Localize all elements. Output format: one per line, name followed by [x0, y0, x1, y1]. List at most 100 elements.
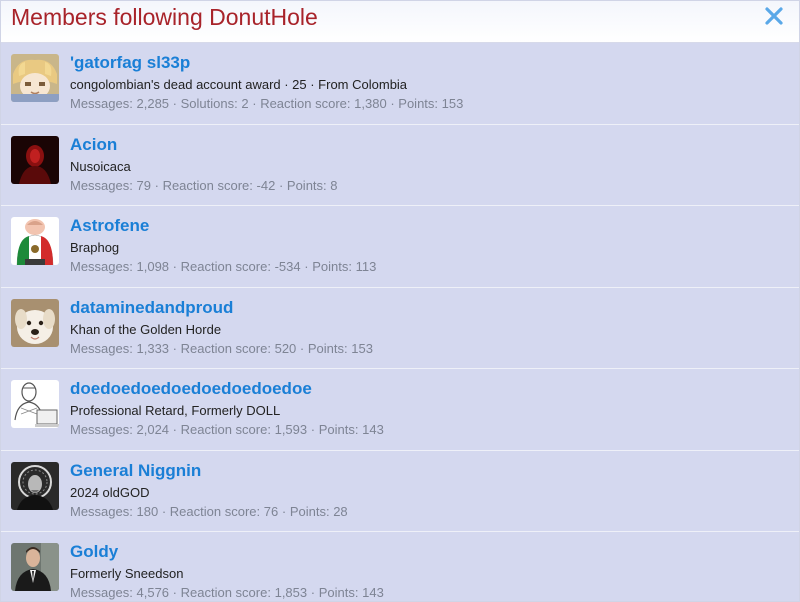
avatar-dog-icon	[11, 298, 59, 347]
points-label: Points:	[318, 422, 359, 437]
points-value: 113	[355, 259, 377, 274]
reaction-score-label: Reaction score:	[180, 585, 271, 600]
member-name[interactable]: General Niggnin	[70, 461, 201, 481]
reaction-score-label: Reaction score:	[169, 503, 261, 519]
member-stats: Messages: 2,024 · Reaction score: 1,593 …	[70, 422, 384, 437]
messages-value: 2,024	[136, 422, 170, 437]
separator: ·	[252, 96, 257, 111]
messages-label: Messages:	[70, 585, 133, 600]
reaction-score-label: Reaction score:	[260, 96, 351, 111]
member-name[interactable]: dataminedandproud	[70, 298, 233, 318]
points-value: 143	[362, 585, 384, 600]
messages-value: 2,285	[136, 96, 170, 111]
messages-label: Messages:	[70, 340, 133, 356]
member-name[interactable]: Acion	[70, 135, 117, 155]
messages-label: Messages:	[70, 422, 133, 437]
messages-value: 4,576	[136, 585, 170, 600]
messages-value: 180	[136, 503, 159, 519]
points-value: 153	[441, 96, 464, 111]
points-label: Points:	[312, 259, 352, 274]
avatar[interactable]	[11, 543, 59, 591]
member-blurb: Professional Retard, Formerly DOLL	[70, 403, 281, 418]
separator: ·	[161, 503, 167, 519]
separator: ·	[281, 503, 287, 519]
messages-label: Messages:	[70, 259, 133, 274]
member-row: doedoedoedoedoedoedoedoe Professional Re…	[1, 369, 799, 451]
reaction-score-value: 520	[274, 340, 297, 356]
separator: ·	[172, 585, 178, 600]
messages-value: 1,333	[136, 340, 170, 356]
messages-label: Messages:	[70, 503, 133, 519]
reaction-score-value: 1,593	[274, 422, 308, 437]
member-stats: Messages: 1,333 · Reaction score: 520 · …	[70, 341, 373, 356]
member-stats: Messages: 79 · Reaction score: -42 · Poi…	[70, 178, 338, 193]
overlay-title: Members following DonutHole	[11, 4, 318, 30]
member-name[interactable]: Astrofene	[70, 216, 149, 236]
messages-value: 1,098	[136, 259, 170, 274]
reaction-score-label: Reaction score:	[180, 422, 271, 437]
separator: ·	[310, 585, 316, 600]
points-label: Points:	[318, 585, 359, 600]
reaction-score-value: 1,853	[274, 585, 308, 600]
points-label: Points:	[289, 503, 330, 519]
avatar[interactable]	[11, 461, 59, 510]
members-list: 'gatorfag sl33p congolombian's dead acco…	[1, 43, 799, 601]
member-name[interactable]: 'gatorfag sl33p	[70, 53, 190, 73]
messages-label: Messages:	[70, 96, 133, 111]
separator: ·	[172, 96, 178, 111]
reaction-score-value: 76	[263, 503, 279, 519]
avatar-red-figure-icon	[11, 135, 59, 184]
separator: ·	[278, 177, 284, 193]
points-label: Points:	[398, 96, 439, 111]
reaction-score-label: Reaction score:	[162, 177, 253, 193]
messages-value: 79	[136, 177, 151, 193]
avatar[interactable]	[11, 135, 59, 184]
avatar[interactable]	[11, 54, 59, 102]
member-row: 'gatorfag sl33p congolombian's dead acco…	[1, 43, 799, 125]
separator: ·	[310, 422, 316, 437]
separator: ·	[172, 259, 178, 274]
member-row: Goldy Formerly Sneedson Messages: 4,576 …	[1, 532, 799, 601]
points-value: 143	[362, 422, 384, 437]
reaction-score-value: 1,380	[354, 96, 387, 111]
member-stats: Messages: 4,576 · Reaction score: 1,853 …	[70, 585, 384, 600]
reaction-score-value: -534	[274, 259, 301, 274]
reaction-score-value: -42	[256, 177, 276, 193]
solutions-label: Solutions:	[180, 96, 238, 111]
member-blurb: congolombian's dead account award · 25 ·…	[70, 77, 408, 92]
solutions-value: 2	[241, 96, 249, 111]
points-value: 153	[351, 340, 373, 356]
members-overlay: Members following DonutHole 'gatorfag sl…	[0, 0, 800, 602]
avatar-sketch-icon	[11, 380, 59, 428]
separator: ·	[154, 177, 159, 193]
separator: ·	[304, 259, 309, 274]
member-name[interactable]: Goldy	[70, 542, 118, 562]
avatar[interactable]	[11, 298, 59, 347]
member-row: Astrofene Braphog Messages: 1,098 · Reac…	[1, 206, 799, 288]
separator: ·	[390, 96, 395, 111]
avatar-man-suit-icon	[11, 543, 59, 591]
avatar-anime-icon	[11, 54, 59, 102]
member-stats: Messages: 1,098 · Reaction score: -534 ·…	[70, 259, 376, 274]
avatar-portrait-bw-icon	[11, 461, 59, 510]
close-icon[interactable]	[764, 6, 784, 26]
reaction-score-label: Reaction score:	[180, 340, 271, 356]
points-value: 8	[330, 177, 338, 193]
member-row: dataminedandproud Khan of the Golden Hor…	[1, 288, 799, 369]
separator: ·	[299, 340, 305, 356]
member-blurb: 2024 oldGOD	[70, 484, 150, 500]
messages-label: Messages:	[70, 177, 133, 193]
member-blurb: Formerly Sneedson	[70, 566, 184, 581]
member-name[interactable]: doedoedoedoedoedoedoedoe	[70, 379, 312, 399]
member-blurb: Braphog	[70, 240, 120, 255]
member-row: General Niggnin 2024 oldGOD Messages: 18…	[1, 451, 799, 532]
member-row: Acion Nusoicaca Messages: 79 · Reaction …	[1, 125, 799, 206]
overlay-header: Members following DonutHole	[1, 1, 799, 43]
points-label: Points:	[307, 340, 348, 356]
member-blurb: Nusoicaca	[70, 158, 131, 174]
avatar[interactable]	[11, 380, 59, 428]
member-stats: Messages: 2,285 · Solutions: 2 · Reactio…	[70, 96, 463, 111]
separator: ·	[172, 422, 178, 437]
avatar[interactable]	[11, 217, 59, 265]
member-stats: Messages: 180 · Reaction score: 76 · Poi…	[70, 504, 348, 519]
